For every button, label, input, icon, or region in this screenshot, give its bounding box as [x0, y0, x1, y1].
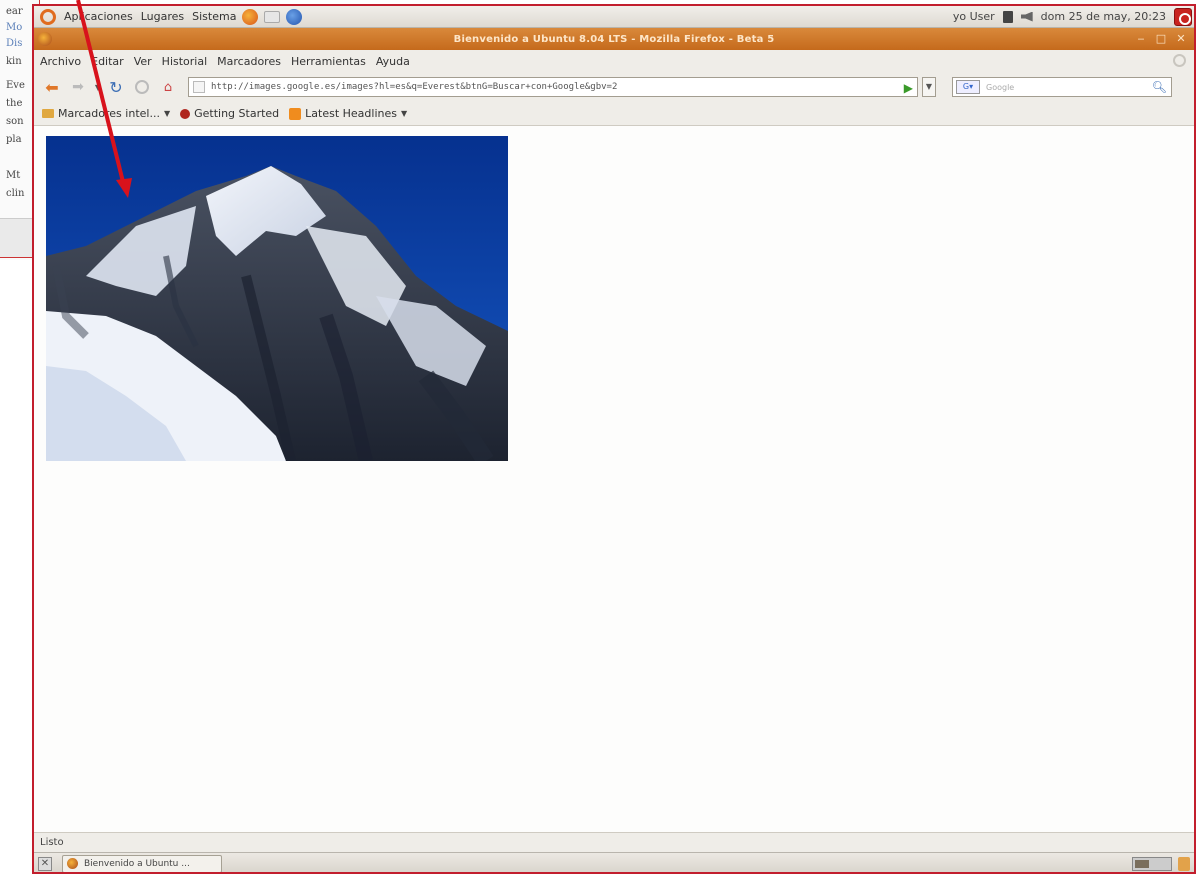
- go-arrow-icon[interactable]: ▶: [904, 81, 913, 95]
- page-content: [34, 126, 1194, 832]
- background-text-line: Eve: [6, 80, 25, 91]
- background-link-line[interactable]: Mo: [6, 22, 22, 33]
- chevron-down-icon: ▼: [163, 109, 171, 118]
- firefox-bookmark-icon: [180, 108, 191, 119]
- search-field[interactable]: G▾ Google 🔍︎: [952, 77, 1172, 97]
- gnome-top-panel: Aplicaciones Lugares Sistema yo User dom…: [34, 6, 1194, 28]
- volume-icon[interactable]: [1020, 11, 1033, 22]
- taskbar-window-label: Bienvenido a Ubuntu ...: [84, 858, 190, 869]
- workspace-switcher[interactable]: [1132, 856, 1172, 871]
- forward-button-icon[interactable]: ➡: [68, 77, 88, 97]
- taskbar-window-button[interactable]: Bienvenido a Ubuntu ...: [62, 854, 222, 872]
- stop-button[interactable]: [132, 77, 152, 97]
- search-placeholder: Google: [986, 82, 1015, 92]
- maximize-icon[interactable]: □: [1154, 32, 1168, 46]
- bookmark-label: Getting Started: [194, 107, 280, 120]
- firefox-task-icon: [67, 858, 78, 869]
- panel-right-area: yo User dom 25 de may, 20:23: [953, 7, 1194, 26]
- background-text-line: the: [6, 98, 23, 109]
- mail-launcher-icon[interactable]: [264, 10, 281, 23]
- gnome-bottom-panel: ✕ Bienvenido a Ubuntu ...: [34, 852, 1194, 872]
- background-link-line[interactable]: Dis: [6, 38, 22, 49]
- background-text-line: ear: [6, 6, 23, 17]
- menu-ver[interactable]: Ver: [134, 55, 152, 68]
- search-engine-icon[interactable]: G▾: [956, 80, 980, 94]
- background-text-line: son: [6, 116, 24, 127]
- menu-herramientas[interactable]: Herramientas: [291, 55, 366, 68]
- trash-icon[interactable]: [1178, 856, 1190, 871]
- menu-historial[interactable]: Historial: [162, 55, 207, 68]
- throbber-icon: [1173, 54, 1186, 67]
- history-dropdown-icon[interactable]: ▼: [94, 77, 102, 97]
- show-desktop-icon[interactable]: ✕: [38, 856, 52, 871]
- bookmark-latest-headlines[interactable]: Latest Headlines ▼: [289, 107, 407, 120]
- shutdown-icon[interactable]: [1174, 7, 1192, 26]
- bookmark-getting-started[interactable]: Getting Started: [180, 107, 279, 120]
- bookmark-label: Latest Headlines: [305, 107, 397, 120]
- window-controls: ‒ □ ✕: [1134, 32, 1188, 46]
- minimize-icon[interactable]: ‒: [1134, 32, 1148, 46]
- rss-icon: [289, 107, 302, 120]
- page-favicon-icon: [193, 81, 205, 93]
- chevron-down-icon: ▼: [401, 109, 408, 118]
- url-text[interactable]: http://images.google.es/images?hl=es&q=E…: [211, 82, 871, 92]
- navigation-toolbar: ⬅ ➡ ▼ ↻ ⌂ http://images.google.es/images…: [34, 72, 1194, 102]
- window-title-bar[interactable]: Bienvenido a Ubuntu 8.04 LTS - Mozilla F…: [34, 28, 1194, 50]
- menu-archivo[interactable]: Archivo: [40, 55, 81, 68]
- clock[interactable]: dom 25 de may, 20:23: [1041, 10, 1166, 23]
- background-text-line: kin: [6, 56, 22, 67]
- menu-marcadores[interactable]: Marcadores: [217, 55, 281, 68]
- back-button-icon[interactable]: ⬅: [42, 77, 62, 97]
- status-bar: Listo: [34, 832, 1194, 852]
- window-title: Bienvenido a Ubuntu 8.04 LTS - Mozilla F…: [453, 33, 775, 45]
- close-icon[interactable]: ✕: [1174, 32, 1188, 46]
- help-launcher-icon[interactable]: [286, 8, 303, 25]
- user-name[interactable]: yo User: [953, 10, 995, 23]
- screenshot-frame: Aplicaciones Lugares Sistema yo User dom…: [32, 4, 1196, 874]
- ubuntu-logo-icon[interactable]: [40, 8, 56, 25]
- bookmarks-toolbar: Marcadores intel... ▼ Getting Started La…: [34, 102, 1194, 126]
- panel-menu-aplicaciones[interactable]: Aplicaciones: [64, 10, 133, 23]
- home-icon[interactable]: ⌂: [158, 77, 178, 97]
- background-text-line: clin: [6, 188, 25, 199]
- url-dropdown-icon[interactable]: ▼: [922, 77, 936, 97]
- stop-icon: [135, 80, 149, 94]
- bookmark-smart-folder[interactable]: Marcadores intel... ▼: [42, 107, 170, 120]
- status-text: Listo: [40, 837, 64, 848]
- everest-mountain-image[interactable]: [46, 136, 508, 461]
- menu-editar[interactable]: Editar: [91, 55, 124, 68]
- search-icon[interactable]: 🔍︎: [1152, 80, 1167, 94]
- panel-menu-sistema[interactable]: Sistema: [192, 10, 236, 23]
- reload-icon[interactable]: ↻: [106, 77, 126, 97]
- panel-menu-lugares[interactable]: Lugares: [141, 10, 184, 23]
- background-text-line: pla: [6, 134, 22, 145]
- bookmark-label: Marcadores intel...: [58, 107, 160, 120]
- network-icon[interactable]: [1002, 10, 1013, 23]
- url-bar[interactable]: http://images.google.es/images?hl=es&q=E…: [188, 77, 918, 97]
- menu-ayuda[interactable]: Ayuda: [376, 55, 410, 68]
- firefox-launcher-icon[interactable]: [242, 8, 259, 25]
- window-firefox-icon[interactable]: [38, 32, 52, 46]
- folder-icon: [42, 109, 54, 118]
- background-text-line: Mt: [6, 170, 21, 181]
- menu-bar: Archivo Editar Ver Historial Marcadores …: [34, 50, 1194, 72]
